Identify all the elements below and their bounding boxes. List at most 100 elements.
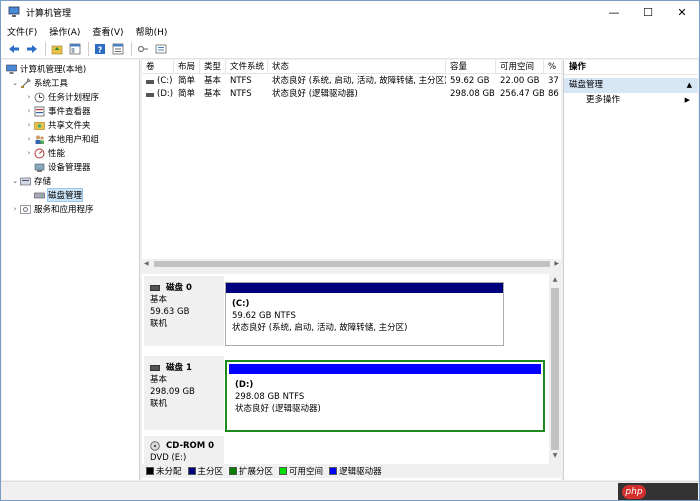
tree-item-performance[interactable]: › 性能 [24, 146, 65, 160]
show-hide-console-tree-button[interactable] [67, 41, 83, 57]
volume-list-horizontal-scrollbar[interactable]: ◀ ▶ [142, 259, 561, 269]
folder-up-icon [51, 45, 63, 54]
expand-arrow-icon[interactable]: ⌄ [10, 177, 20, 185]
actions-pane: 操作 磁盘管理 ▲ 更多操作 ▶ [563, 60, 698, 480]
disk-icon [150, 285, 160, 291]
expand-arrow-icon[interactable]: › [24, 121, 34, 129]
volume-icon [146, 79, 154, 84]
event-viewer-icon [34, 106, 45, 116]
disk-icon [150, 365, 160, 371]
disk-1-label[interactable]: 磁盘 1 基本 298.09 GB 联机 [144, 356, 224, 430]
column-header-filesystem[interactable]: 文件系统 [226, 60, 268, 74]
tree-item-disk-management[interactable]: 磁盘管理 [24, 188, 84, 202]
tree-item-event-viewer[interactable]: › 事件查看器 [24, 104, 91, 118]
toolbar: ? [1, 39, 699, 59]
column-header-type[interactable]: 类型 [200, 60, 226, 74]
partition-c[interactable]: (C:) 59.62 GB NTFS 状态良好 (系统, 启动, 活动, 故障转… [225, 282, 504, 346]
legend-item-primary: 主分区 [187, 465, 223, 477]
scroll-right-icon[interactable]: ▶ [554, 260, 559, 267]
tree-item-computer-management[interactable]: 计算机管理(本地) [6, 62, 86, 76]
table-row[interactable]: (D:) 简单 基本 NTFS 状态良好 (逻辑驱动器) 298.08 GB 2… [142, 88, 561, 101]
expand-arrow-icon[interactable]: ⌄ [10, 79, 20, 87]
cdrom-0-label[interactable]: CD-ROM 0 DVD (E:) [144, 436, 224, 464]
expand-arrow-icon[interactable]: › [24, 135, 34, 143]
scrollbar-thumb[interactable] [551, 288, 559, 450]
properties-icon [112, 43, 124, 54]
expand-arrow-icon[interactable]: › [24, 107, 34, 115]
expand-arrow-icon[interactable]: › [24, 93, 34, 101]
volume-list-header: 卷 布局 类型 文件系统 状态 容量 可用空间 % [142, 60, 561, 74]
minimize-button[interactable]: — [597, 1, 631, 23]
clock-icon [34, 92, 45, 102]
column-header-free-space[interactable]: 可用空间 [496, 60, 544, 74]
tools-icon [21, 77, 31, 88]
submenu-arrow-icon: ▶ [684, 96, 690, 104]
menu-view[interactable]: 查看(V) [92, 25, 123, 38]
forward-button[interactable] [24, 41, 40, 57]
tree-item-system-tools[interactable]: ⌄ 系统工具 [10, 76, 68, 90]
tree-item-storage[interactable]: ⌄ 存储 [10, 174, 51, 188]
connect-button[interactable] [135, 41, 151, 57]
expand-arrow-icon[interactable]: › [24, 149, 34, 157]
action-more-actions[interactable]: 更多操作 ▶ [564, 93, 698, 108]
back-arrow-icon [9, 44, 19, 53]
tree-item-shared-folders[interactable]: › 共享文件夹 [24, 118, 91, 132]
close-button[interactable]: ✕ [665, 1, 699, 23]
collapse-caret-icon[interactable]: ▲ [687, 78, 692, 93]
toolbar-separator [88, 41, 89, 56]
column-header-capacity[interactable]: 容量 [446, 60, 496, 74]
window-controls: — ☐ ✕ [597, 1, 699, 23]
up-level-button[interactable] [49, 41, 65, 57]
tree-item-task-scheduler[interactable]: › 任务计划程序 [24, 90, 99, 104]
column-header-status[interactable]: 状态 [268, 60, 446, 74]
partition-d[interactable]: (D:) 298.08 GB NTFS 状态良好 (逻辑驱动器) [225, 360, 545, 432]
view-list-button[interactable] [153, 41, 169, 57]
actions-section-disk-management[interactable]: 磁盘管理 ▲ [564, 78, 698, 93]
scroll-up-icon[interactable]: ▲ [549, 276, 561, 286]
legend-item-free-space: 可用空间 [279, 465, 323, 477]
back-button[interactable] [6, 41, 22, 57]
menu-file[interactable]: 文件(F) [7, 25, 37, 38]
console-tree: 计算机管理(本地) ⌄ 系统工具 › 任务计划程序 › 事件查看器 › 共享文件… [2, 60, 140, 480]
column-header-percent[interactable]: % [544, 60, 561, 74]
scrollbar-thumb[interactable] [154, 261, 550, 267]
column-header-volume[interactable]: 卷 [142, 60, 174, 74]
storage-icon [20, 177, 31, 185]
tree-item-local-users-groups[interactable]: › 本地用户和组 [24, 132, 99, 146]
table-row[interactable]: (C:) 简单 基本 NTFS 状态良好 (系统, 启动, 活动, 故障转储, … [142, 75, 561, 88]
partition-c-bar [226, 283, 503, 293]
menu-action[interactable]: 操作(A) [49, 25, 80, 38]
status-bar [1, 481, 699, 500]
toolbar-separator [45, 41, 46, 56]
list-view-icon [155, 44, 167, 53]
window-title: 计算机管理 [26, 8, 72, 19]
tree-item-services-applications[interactable]: › 服务和应用程序 [10, 202, 94, 216]
legend-item-unallocated: 未分配 [146, 465, 182, 477]
toolbar-separator [131, 41, 132, 56]
key-icon [137, 45, 148, 52]
disk-0-label[interactable]: 磁盘 0 基本 59.63 GB 联机 [144, 276, 224, 346]
tree-item-device-manager[interactable]: 设备管理器 [24, 160, 91, 174]
services-icon [20, 204, 31, 214]
performance-icon [34, 148, 45, 158]
disk-management-pane: 卷 布局 类型 文件系统 状态 容量 可用空间 % (C:) 简单 基本 NTF… [142, 60, 561, 480]
title-bar: 计算机管理 — ☐ ✕ [1, 1, 699, 23]
expand-arrow-icon[interactable]: › [10, 205, 20, 213]
disk-view-vertical-scrollbar[interactable]: ▲ ▼ [549, 274, 561, 464]
maximize-button[interactable]: ☐ [631, 1, 665, 23]
svg-text:?: ? [98, 45, 103, 54]
device-manager-icon [34, 163, 45, 172]
column-header-layout[interactable]: 布局 [174, 60, 200, 74]
scroll-down-icon[interactable]: ▼ [549, 452, 561, 462]
legend-item-logical-drive: 逻辑驱动器 [329, 465, 382, 477]
cdrom-icon [150, 441, 160, 451]
help-button[interactable]: ? [92, 41, 108, 57]
disk-management-icon [34, 192, 45, 198]
php-logo: php [622, 484, 646, 499]
forward-arrow-icon [27, 44, 37, 53]
menu-help[interactable]: 帮助(H) [136, 25, 168, 38]
properties-button[interactable] [110, 41, 126, 57]
scroll-left-icon[interactable]: ◀ [144, 260, 149, 267]
help-icon: ? [95, 43, 105, 54]
legend-item-extended: 扩展分区 [229, 465, 273, 477]
